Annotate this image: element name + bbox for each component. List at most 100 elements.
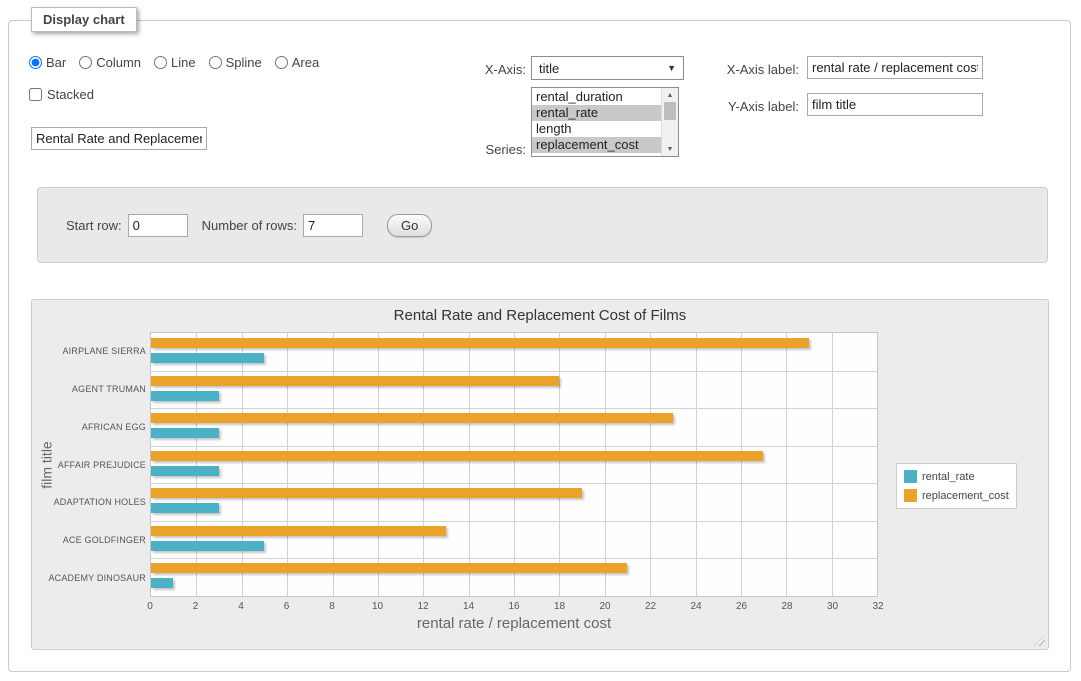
resize-handle-icon[interactable]: [1034, 635, 1045, 646]
chart-type-option-area: Area: [275, 55, 319, 70]
legend-item: rental_rate: [904, 470, 1009, 483]
radio-label: Column: [96, 55, 141, 70]
y-category-label: ACADEMY DINOSAUR: [58, 559, 146, 597]
y-category-labels: AIRPLANE SIERRAAGENT TRUMANAFRICAN EGGAF…: [58, 332, 146, 597]
radio-line[interactable]: [154, 56, 167, 69]
stacked-checkbox[interactable]: [29, 88, 42, 101]
bar-group: [151, 408, 877, 446]
x-tick-label: 0: [147, 601, 153, 612]
bar-rental_rate: [151, 541, 264, 551]
bar-group: [151, 371, 877, 409]
legend-swatch: [904, 489, 917, 502]
series-field-label: Series:: [439, 142, 526, 157]
x-tick-label: 6: [284, 601, 290, 612]
stacked-option: Stacked: [29, 87, 94, 102]
x-tick-label: 18: [554, 601, 565, 612]
start-row-label: Start row:: [66, 218, 122, 233]
x-tick-label: 32: [872, 601, 883, 612]
x-axis-title: rental rate / replacement cost: [150, 615, 878, 632]
y-category-label: ACE GOLDFINGER: [58, 521, 146, 559]
x-tick-label: 24: [690, 601, 701, 612]
y-category-label: ADAPTATION HOLES: [58, 483, 146, 521]
series-option-length[interactable]: length: [532, 121, 661, 137]
x-tick-label: 26: [736, 601, 747, 612]
chart-type-option-line: Line: [154, 55, 196, 70]
go-button[interactable]: Go: [387, 214, 432, 237]
chart-title: Rental Rate and Replacement Cost of Film…: [32, 307, 1048, 324]
bar-rental_rate: [151, 466, 219, 476]
num-rows-label: Number of rows:: [202, 218, 297, 233]
x-tick-label: 22: [645, 601, 656, 612]
rows-panel: Start row: Number of rows: Go: [37, 187, 1048, 263]
scroll-down-icon[interactable]: ▼: [662, 142, 678, 156]
x-tick-label: 12: [417, 601, 428, 612]
bar-group: [151, 521, 877, 559]
bar-rental_rate: [151, 353, 264, 363]
y-axis-title: film title: [34, 332, 60, 597]
stacked-label: Stacked: [47, 87, 94, 102]
num-rows-input[interactable]: [303, 214, 363, 237]
radio-label: Bar: [46, 55, 66, 70]
chart-type-option-spline: Spline: [209, 55, 262, 70]
y-category-label: AIRPLANE SIERRA: [58, 332, 146, 370]
series-options: rental_durationrental_ratelengthreplacem…: [532, 88, 661, 156]
series-option-rental_rate[interactable]: rental_rate: [532, 105, 661, 121]
bar-group: [151, 446, 877, 484]
radio-column[interactable]: [79, 56, 92, 69]
bar-rental_rate: [151, 503, 219, 513]
series-listbox[interactable]: rental_durationrental_ratelengthreplacem…: [531, 87, 679, 157]
start-row-input[interactable]: [128, 214, 188, 237]
y-axis-label-field-label: Y-Axis label:: [654, 99, 799, 114]
chart-panel: Rental Rate and Replacement Cost of Film…: [31, 299, 1049, 650]
bar-group: [151, 333, 877, 371]
chart-title-input[interactable]: [31, 127, 207, 150]
chart-legend: rental_rate replacement_cost: [896, 463, 1017, 509]
bar-replacement_cost: [151, 563, 627, 573]
y-category-label: AGENT TRUMAN: [58, 370, 146, 408]
x-tick-label: 2: [193, 601, 199, 612]
y-axis-title-text: film title: [39, 441, 55, 488]
x-tick-label: 16: [508, 601, 519, 612]
x-tick-label: 10: [372, 601, 383, 612]
x-axis-label-input[interactable]: [807, 56, 983, 79]
plot-area: [150, 332, 878, 597]
bar-replacement_cost: [151, 376, 559, 386]
x-tick-label: 20: [599, 601, 610, 612]
panel-title: Display chart: [31, 7, 137, 32]
x-tick-label: 28: [781, 601, 792, 612]
bar-rental_rate: [151, 578, 173, 588]
bars-layer: [151, 333, 877, 596]
bar-group: [151, 483, 877, 521]
radio-label: Spline: [226, 55, 262, 70]
bar-replacement_cost: [151, 451, 763, 461]
display-chart-panel: Display chart BarColumnLineSplineArea St…: [8, 20, 1071, 672]
bar-rental_rate: [151, 391, 219, 401]
x-axis-label-field-label: X-Axis label:: [654, 62, 799, 77]
y-axis-label-input[interactable]: [807, 93, 983, 116]
y-category-label: AFRICAN EGG: [58, 408, 146, 446]
x-tick-label: 14: [463, 601, 474, 612]
bar-replacement_cost: [151, 338, 809, 348]
radio-label: Line: [171, 55, 196, 70]
radio-bar[interactable]: [29, 56, 42, 69]
x-tick-label: 4: [238, 601, 244, 612]
chart-type-option-bar: Bar: [29, 55, 66, 70]
chart-type-radios: Bar Column Line Spline Area: [29, 55, 319, 70]
scroll-track[interactable]: [662, 120, 678, 142]
radio-area[interactable]: [275, 56, 288, 69]
x-axis-field-label: X-Axis:: [439, 62, 526, 77]
bar-replacement_cost: [151, 413, 673, 423]
radio-spline[interactable]: [209, 56, 222, 69]
series-option-replacement_cost[interactable]: replacement_cost: [532, 137, 661, 153]
bar-group: [151, 558, 877, 596]
legend-label: replacement_cost: [922, 490, 1009, 502]
y-category-label: AFFAIR PREJUDICE: [58, 446, 146, 484]
x-tick-label: 30: [827, 601, 838, 612]
bar-replacement_cost: [151, 488, 582, 498]
series-option-rental_duration[interactable]: rental_duration: [532, 89, 661, 105]
x-axis-selected-value: title: [539, 61, 559, 76]
x-tick-labels: 02468101214161820222426283032: [150, 601, 878, 615]
bar-replacement_cost: [151, 526, 446, 536]
legend-label: rental_rate: [922, 471, 975, 483]
legend-item: replacement_cost: [904, 489, 1009, 502]
